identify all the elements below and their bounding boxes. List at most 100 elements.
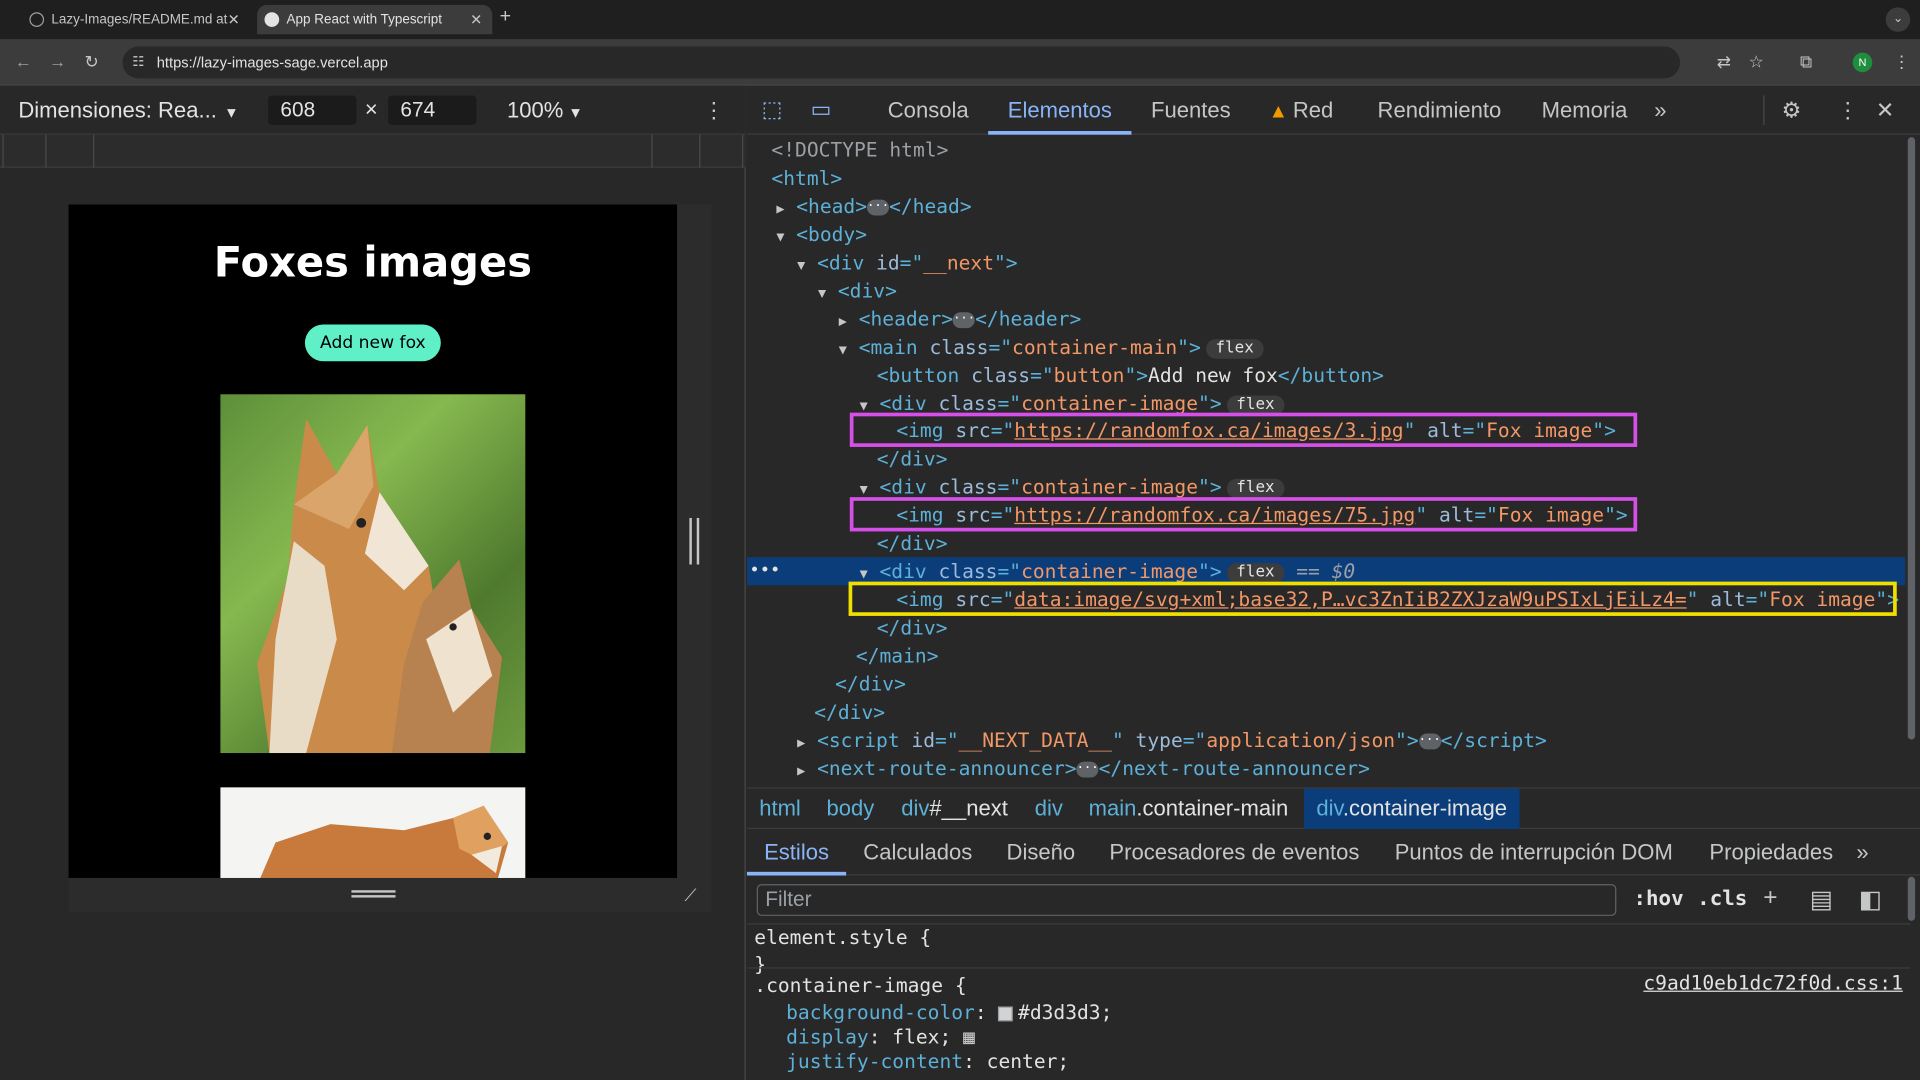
breadcrumb-div[interactable]: div xyxy=(1022,789,1075,829)
tab-computed[interactable]: Calculados xyxy=(863,840,972,866)
translate-icon[interactable]: ⇄ xyxy=(1717,51,1731,72)
site-info-icon[interactable]: ☷ xyxy=(132,54,149,71)
color-swatch[interactable] xyxy=(998,1005,1014,1021)
dom-close-div[interactable]: </div> xyxy=(835,670,1905,698)
crumb-tag: html xyxy=(759,795,801,821)
breadcrumb-main[interactable]: main.container-main xyxy=(1076,789,1300,829)
more-tabs-chevron-icon[interactable]: » xyxy=(1654,98,1666,124)
browser-tab-app[interactable]: App React with Typescript ✕ xyxy=(257,4,493,35)
tab-memory[interactable]: Memoria xyxy=(1542,98,1628,124)
dom-node-button[interactable]: <button class="button">Add new fox</butt… xyxy=(877,361,1906,389)
flexbox-editor-icon[interactable]: ▦ xyxy=(963,1025,975,1048)
ellipsis-icon[interactable]: ··· xyxy=(1076,761,1099,778)
settings-gear-icon[interactable]: ⚙ xyxy=(1782,98,1802,124)
breadcrumb-div-next[interactable]: div#__next xyxy=(889,789,1020,829)
more-options-icon[interactable]: ⋮ xyxy=(703,98,725,124)
flex-badge[interactable]: flex xyxy=(1226,478,1285,498)
device-toolbar-icon[interactable]: ▭ xyxy=(811,97,832,123)
forward-arrow-icon[interactable]: → xyxy=(49,51,66,71)
inspect-element-icon[interactable]: ⬚ xyxy=(762,97,783,123)
tab-network[interactable]: ▲ Red xyxy=(1269,98,1334,124)
hover-state-toggle[interactable]: :hov xyxy=(1633,887,1683,911)
dom-node-main[interactable]: ▼ <main class="container-main"> flex xyxy=(839,333,1906,361)
add-rule-icon[interactable]: + xyxy=(1763,884,1777,912)
close-devtools-icon[interactable]: ✕ xyxy=(1876,98,1894,124)
css-declaration[interactable]: justify-content: center; xyxy=(786,1048,1069,1075)
tab-dom-breakpoints[interactable]: Puntos de interrupción DOM xyxy=(1395,840,1673,866)
dom-node-div-next[interactable]: ▼ <div id="__next"> xyxy=(797,249,1905,277)
add-new-fox-button[interactable]: Add new fox xyxy=(304,324,441,362)
dom-node-head[interactable]: ▶ <head>···</head> xyxy=(776,192,1905,220)
back-arrow-icon[interactable]: ← xyxy=(15,51,32,71)
paint-brush-icon[interactable]: ▤ xyxy=(1810,884,1833,915)
breadcrumb-div-container-image[interactable]: div.container-image xyxy=(1304,788,1520,829)
tab-elements[interactable]: Elementos xyxy=(1008,98,1112,124)
dom-node-route-announcer[interactable]: ▶ <next-route-announcer>···</next-route-… xyxy=(797,754,1905,782)
extensions-icon[interactable]: ⧉ xyxy=(1800,51,1812,72)
crumb-tag: div xyxy=(1316,795,1343,821)
css-source-link[interactable]: c9ad10eb1dc72f0d.css:1 xyxy=(1643,971,1902,994)
class-toggle[interactable]: .cls xyxy=(1697,887,1747,911)
right-resize-handle[interactable] xyxy=(689,517,700,565)
flex-badge[interactable]: flex xyxy=(1205,338,1264,359)
breadcrumb-body[interactable]: body xyxy=(814,789,886,829)
more-dots-icon[interactable]: ••• xyxy=(749,557,780,585)
flex-badge[interactable]: flex xyxy=(1226,562,1285,583)
corner-resize-icon[interactable]: ⟋ xyxy=(684,885,696,906)
tab-title: App React with Typescript xyxy=(286,12,443,27)
dom-close-div[interactable]: </div> xyxy=(877,444,1906,472)
styles-filter-input[interactable]: Filter xyxy=(756,884,1617,916)
zoom-dropdown[interactable]: 100% ▼ xyxy=(507,98,583,124)
ellipsis-icon[interactable]: ··· xyxy=(867,199,889,216)
dom-node-html[interactable]: <html> xyxy=(771,164,1905,192)
close-tab-icon[interactable]: ✕ xyxy=(470,5,482,34)
dom-close-div[interactable]: </div> xyxy=(814,698,1905,726)
dom-node-header[interactable]: ▶ <header>···</header> xyxy=(839,305,1906,333)
toggle-sidebar-icon[interactable]: ◧ xyxy=(1859,884,1882,915)
address-bar[interactable]: ☷ https://lazy-images-sage.vercel.app xyxy=(122,46,1681,79)
css-declaration[interactable]: background-color: #d3d3d3; xyxy=(786,999,1112,1026)
tab-performance[interactable]: Rendimiento xyxy=(1378,98,1502,124)
dom-close-div[interactable]: </div> xyxy=(877,613,1906,641)
tab-properties[interactable]: Propiedades xyxy=(1709,840,1833,866)
tab-layout[interactable]: Diseño xyxy=(1007,840,1076,866)
tab-styles[interactable]: Estilos xyxy=(764,840,829,866)
caret-down-icon: ▼ xyxy=(568,104,583,122)
browser-tab-strip: Lazy-Images/README.md at ✕ App React wit… xyxy=(0,0,1920,40)
css-selector[interactable]: .container-image { xyxy=(754,972,966,999)
width-input[interactable]: 608 xyxy=(268,95,357,125)
dom-doctype[interactable]: <!DOCTYPE html> xyxy=(771,136,1905,164)
dom-node-div[interactable]: ▼ <div> xyxy=(818,277,1905,305)
breadcrumb-html[interactable]: html xyxy=(747,789,813,829)
height-input[interactable]: 674 xyxy=(388,95,477,125)
browser-tab-readme[interactable]: Lazy-Images/README.md at ✕ xyxy=(22,5,250,34)
tab-console[interactable]: Consola xyxy=(888,98,969,124)
viewport-bottom-resize-track[interactable]: ⟋ xyxy=(68,877,712,913)
profile-avatar[interactable]: N xyxy=(1852,52,1873,73)
element-style-rule[interactable]: element.style { xyxy=(754,924,931,951)
dom-close-div[interactable]: </div> xyxy=(877,529,1906,557)
reload-icon[interactable]: ↻ xyxy=(84,51,98,72)
tab-search-chevron-icon[interactable]: ⌄ xyxy=(1885,7,1911,32)
ellipsis-icon[interactable]: ··· xyxy=(1418,733,1441,750)
more-subtabs-chevron-icon[interactable]: » xyxy=(1856,840,1868,866)
new-tab-button[interactable]: + xyxy=(500,6,511,28)
breadcrumb: html body div#__next div main.container-… xyxy=(746,787,1920,829)
styles-scrollbar[interactable] xyxy=(1907,876,1916,921)
tab-event-listeners[interactable]: Procesadores de eventos xyxy=(1109,840,1359,866)
css-declaration[interactable]: display: flex; ▦ xyxy=(786,1024,975,1051)
flex-badge[interactable]: flex xyxy=(1226,394,1285,415)
ellipsis-icon[interactable]: ··· xyxy=(953,312,975,329)
dom-node-body[interactable]: ▼ <body> xyxy=(776,220,1905,248)
browser-menu-icon[interactable]: ⋮ xyxy=(1893,51,1910,72)
bottom-resize-handle[interactable] xyxy=(351,890,396,898)
dom-close-main[interactable]: </main> xyxy=(856,642,1905,670)
close-tab-icon[interactable]: ✕ xyxy=(228,5,240,34)
tab-sources[interactable]: Fuentes xyxy=(1151,98,1231,124)
dom-tree-scrollbar[interactable] xyxy=(1907,137,1916,740)
media-query-ruler[interactable] xyxy=(0,134,746,168)
customize-menu-icon[interactable]: ⋮ xyxy=(1837,98,1859,124)
dimensions-dropdown[interactable]: Dimensiones: Rea... ▼ xyxy=(18,98,238,124)
bookmark-star-icon[interactable]: ☆ xyxy=(1749,51,1764,72)
dom-node-script[interactable]: ▶ <script id="__NEXT_DATA__" type="appli… xyxy=(797,726,1905,754)
